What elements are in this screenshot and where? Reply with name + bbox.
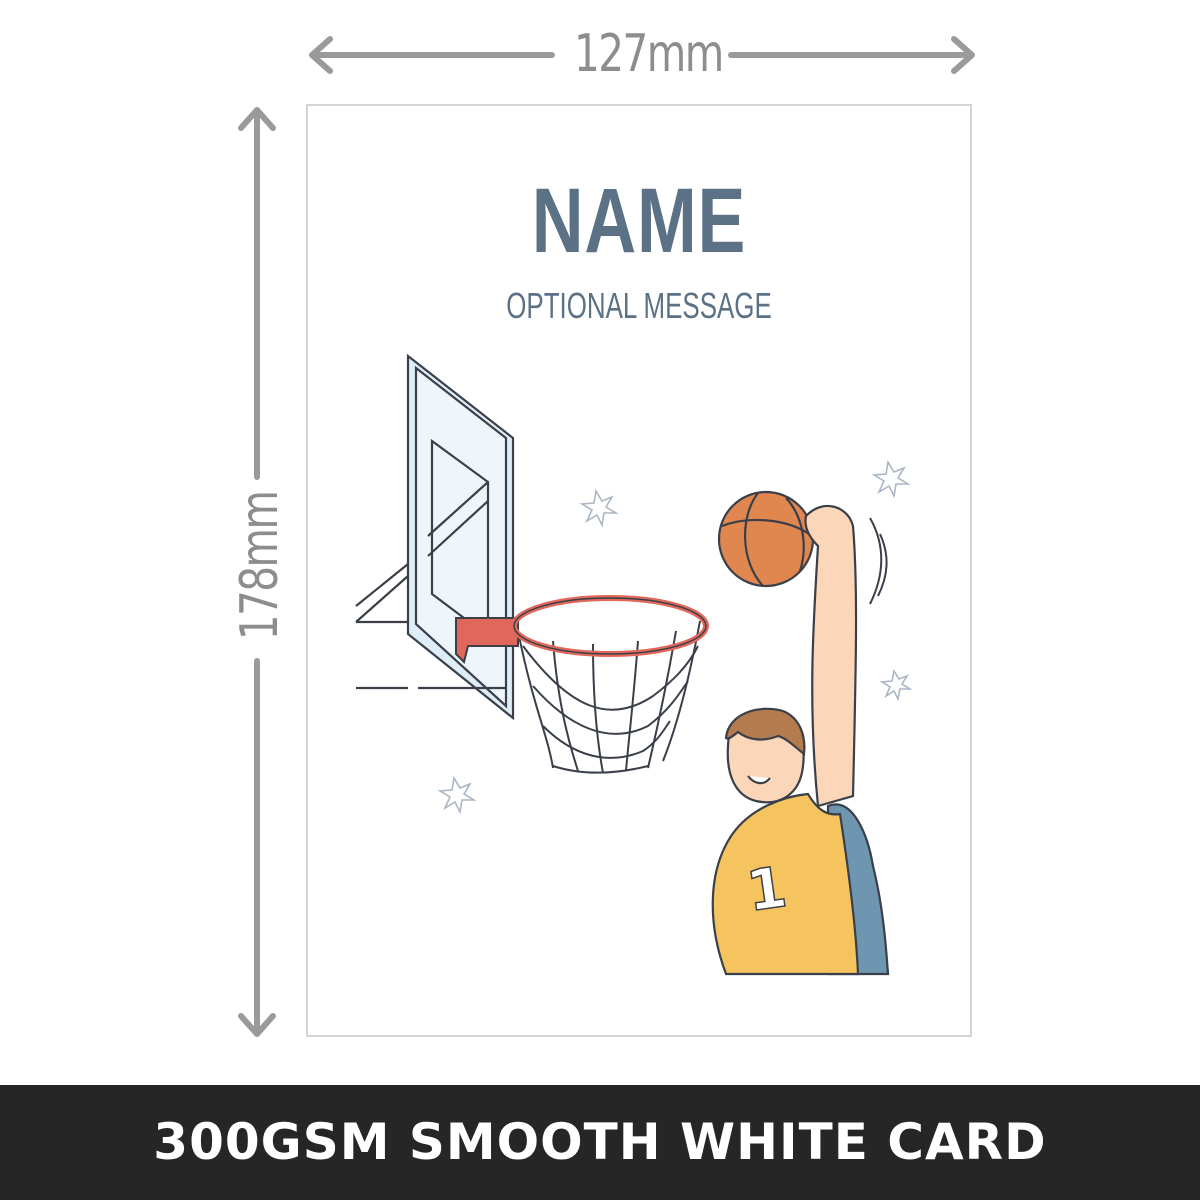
height-dimension: 178mm (220, 100, 300, 1045)
player-head (724, 707, 806, 804)
backboard (355, 353, 515, 721)
width-line-left (310, 52, 555, 58)
card-message: OPTIONAL MESSAGE (506, 285, 772, 326)
height-line-bottom (254, 658, 260, 1033)
basketball (717, 490, 815, 588)
footer-banner: 300GSM SMOOTH WHITE CARD (0, 1085, 1200, 1200)
width-label: 127mm (574, 24, 724, 84)
arrow-right-icon (951, 36, 975, 74)
height-line-top (254, 110, 260, 480)
card-name: NAME (531, 170, 747, 272)
width-dimension: 127mm (300, 18, 980, 88)
player-arm (804, 505, 858, 808)
arrow-down-icon (238, 1013, 276, 1037)
footer-text: 300GSM SMOOTH WHITE CARD (153, 1113, 1047, 1171)
height-label: 178mm (230, 491, 290, 641)
greeting-card: 1 NAME OPTIONAL MESSAGE (306, 104, 972, 1037)
width-line-right (728, 52, 973, 58)
